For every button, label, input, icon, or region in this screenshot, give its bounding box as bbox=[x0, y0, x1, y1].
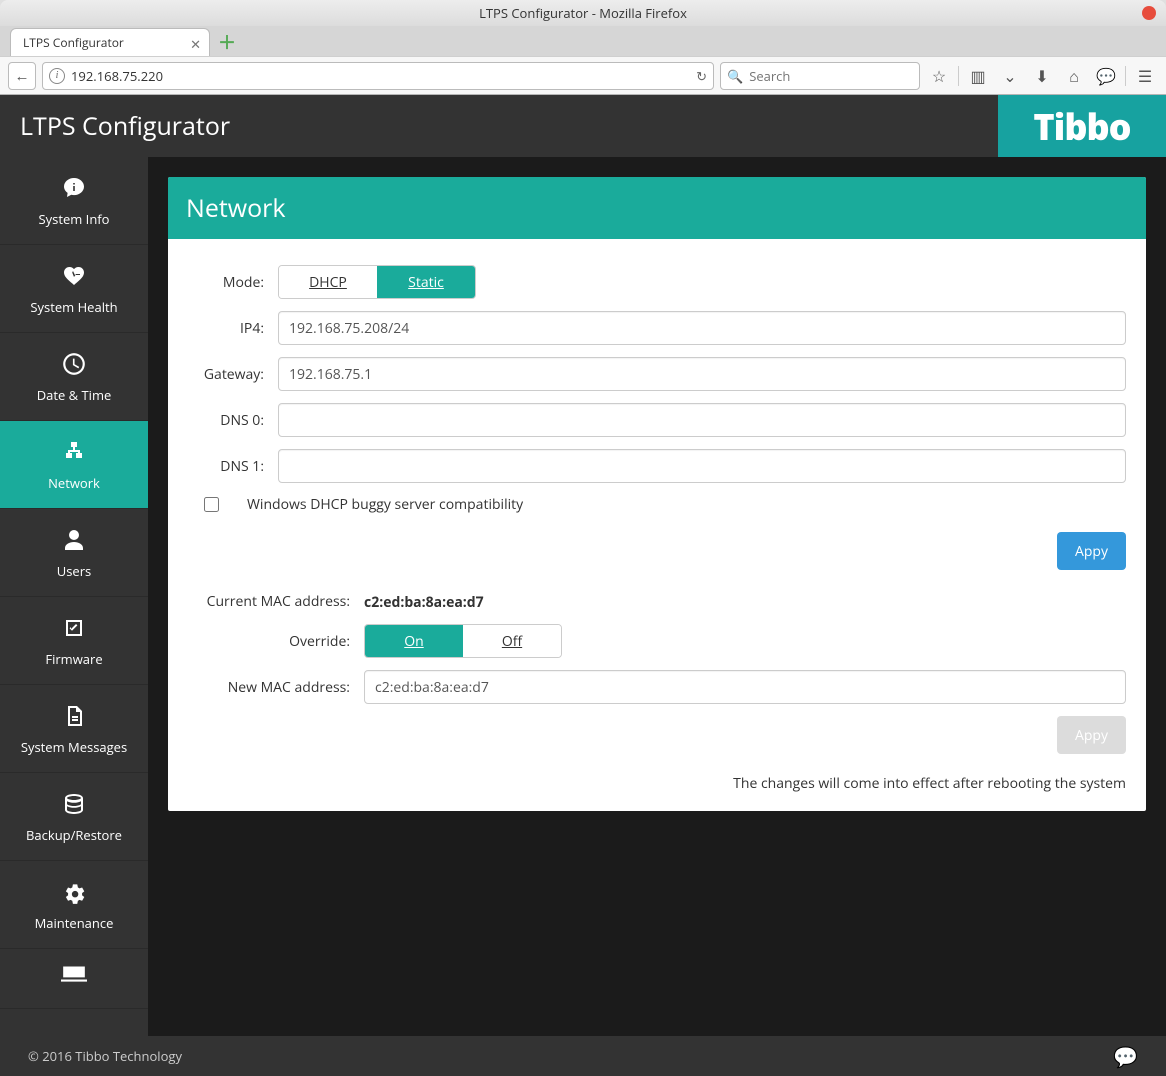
dns1-input[interactable] bbox=[278, 449, 1126, 483]
dns1-label: DNS 1: bbox=[188, 457, 278, 476]
window-titlebar: LTPS Configurator - Mozilla Firefox bbox=[0, 0, 1166, 26]
override-on-button[interactable]: On bbox=[365, 625, 463, 657]
chat-bubble-icon[interactable]: 💬 bbox=[1113, 1043, 1138, 1070]
current-mac-label: Current MAC address: bbox=[188, 592, 364, 611]
new-mac-input[interactable] bbox=[364, 670, 1126, 704]
downloads-icon[interactable]: ⬇ bbox=[1029, 62, 1055, 90]
app-header: LTPS Configurator Tibbo bbox=[0, 95, 1166, 157]
sidebar-item-system-health[interactable]: System Health bbox=[0, 245, 148, 333]
search-icon: 🔍 bbox=[727, 67, 743, 85]
search-input[interactable] bbox=[749, 67, 913, 85]
gear-icon bbox=[61, 878, 87, 906]
network-icon bbox=[61, 438, 87, 466]
brand-logo: Tibbo bbox=[998, 95, 1166, 157]
bookmark-star-icon[interactable]: ☆ bbox=[926, 62, 952, 90]
library-icon[interactable]: ▥ bbox=[965, 62, 991, 90]
user-icon bbox=[62, 526, 86, 554]
pocket-icon[interactable]: ⌄ bbox=[997, 62, 1023, 90]
mode-dhcp-button[interactable]: DHCP bbox=[279, 266, 377, 298]
window-title: LTPS Configurator - Mozilla Firefox bbox=[479, 4, 687, 22]
menu-icon[interactable]: ☰ bbox=[1132, 62, 1158, 90]
sidebar-item-maintenance[interactable]: Maintenance bbox=[0, 861, 148, 949]
dhcp-compat-label: Windows DHCP buggy server compatibility bbox=[247, 495, 523, 514]
sidebar-item-network[interactable]: Network bbox=[0, 421, 148, 509]
browser-tabstrip: LTPS Configurator ✕ ＋ bbox=[0, 26, 1166, 56]
sidebar-item-label: Firmware bbox=[45, 650, 102, 668]
current-mac-value: c2:ed:ba:8a:ea:d7 bbox=[364, 593, 484, 612]
network-panel: Network Mode: DHCP Static bbox=[168, 177, 1146, 811]
home-icon[interactable]: ⌂ bbox=[1061, 62, 1087, 90]
sidebar-item-firmware[interactable]: Firmware bbox=[0, 597, 148, 685]
browser-tab[interactable]: LTPS Configurator ✕ bbox=[10, 28, 210, 56]
reload-icon[interactable]: ↻ bbox=[696, 67, 707, 85]
sidebar-item-label: System Health bbox=[30, 298, 117, 316]
apply-mac-button[interactable]: Appy bbox=[1057, 716, 1126, 754]
override-label: Override: bbox=[188, 632, 364, 651]
browser-toolbar: ← i ↻ 🔍 ☆ ▥ ⌄ ⬇ ⌂ 💬 ☰ bbox=[0, 56, 1166, 95]
sidebar: System Info System Health Date & Time bbox=[0, 157, 148, 1036]
copyright-text: © 2016 Tibbo Technology bbox=[28, 1047, 182, 1065]
sidebar-item-label: Maintenance bbox=[35, 914, 114, 932]
heartbeat-icon bbox=[61, 262, 87, 290]
sidebar-item-label: Date & Time bbox=[37, 386, 112, 404]
info-icon[interactable]: i bbox=[49, 68, 65, 84]
panel-title: Network bbox=[168, 177, 1146, 239]
dhcp-compat-checkbox[interactable] bbox=[204, 497, 219, 512]
url-input[interactable] bbox=[71, 67, 690, 85]
sidebar-item-more[interactable] bbox=[0, 949, 148, 1009]
chat-icon[interactable]: 💬 bbox=[1093, 62, 1119, 90]
firmware-icon bbox=[62, 614, 86, 642]
search-bar[interactable]: 🔍 bbox=[720, 62, 920, 90]
mode-toggle: DHCP Static bbox=[278, 265, 476, 299]
sidebar-item-users[interactable]: Users bbox=[0, 509, 148, 597]
app-footer: © 2016 Tibbo Technology 💬 bbox=[0, 1036, 1166, 1076]
new-tab-button[interactable]: ＋ bbox=[216, 31, 238, 53]
tab-label: LTPS Configurator bbox=[23, 34, 124, 51]
mode-label: Mode: bbox=[188, 273, 278, 292]
mode-static-button[interactable]: Static bbox=[377, 266, 475, 298]
speech-info-icon bbox=[61, 174, 87, 202]
sidebar-item-backup-restore[interactable]: Backup/Restore bbox=[0, 773, 148, 861]
clock-icon bbox=[61, 350, 87, 378]
app-title: LTPS Configurator bbox=[20, 109, 230, 143]
back-button[interactable]: ← bbox=[8, 62, 36, 90]
url-bar[interactable]: i ↻ bbox=[42, 62, 714, 90]
dns0-input[interactable] bbox=[278, 403, 1126, 437]
close-window-button[interactable] bbox=[1142, 6, 1156, 20]
sidebar-item-system-messages[interactable]: System Messages bbox=[0, 685, 148, 773]
sidebar-item-system-info[interactable]: System Info bbox=[0, 157, 148, 245]
new-mac-label: New MAC address: bbox=[188, 678, 364, 697]
gateway-label: Gateway: bbox=[188, 365, 278, 384]
override-off-button[interactable]: Off bbox=[463, 625, 561, 657]
device-icon bbox=[61, 959, 87, 987]
document-icon bbox=[62, 702, 86, 730]
apply-network-button[interactable]: Appy bbox=[1057, 532, 1126, 570]
sidebar-item-label: Backup/Restore bbox=[26, 826, 122, 844]
sidebar-item-date-time[interactable]: Date & Time bbox=[0, 333, 148, 421]
ip4-label: IP4: bbox=[188, 319, 278, 338]
ip4-input[interactable] bbox=[278, 311, 1126, 345]
override-toggle: On Off bbox=[364, 624, 562, 658]
close-tab-icon[interactable]: ✕ bbox=[190, 35, 201, 53]
dns0-label: DNS 0: bbox=[188, 411, 278, 430]
sidebar-item-label: System Info bbox=[39, 210, 110, 228]
gateway-input[interactable] bbox=[278, 357, 1126, 391]
sidebar-item-label: Users bbox=[57, 562, 91, 580]
database-icon bbox=[62, 790, 86, 818]
sidebar-item-label: System Messages bbox=[21, 738, 127, 756]
reboot-note: The changes will come into effect after … bbox=[188, 774, 1126, 793]
sidebar-item-label: Network bbox=[48, 474, 100, 492]
